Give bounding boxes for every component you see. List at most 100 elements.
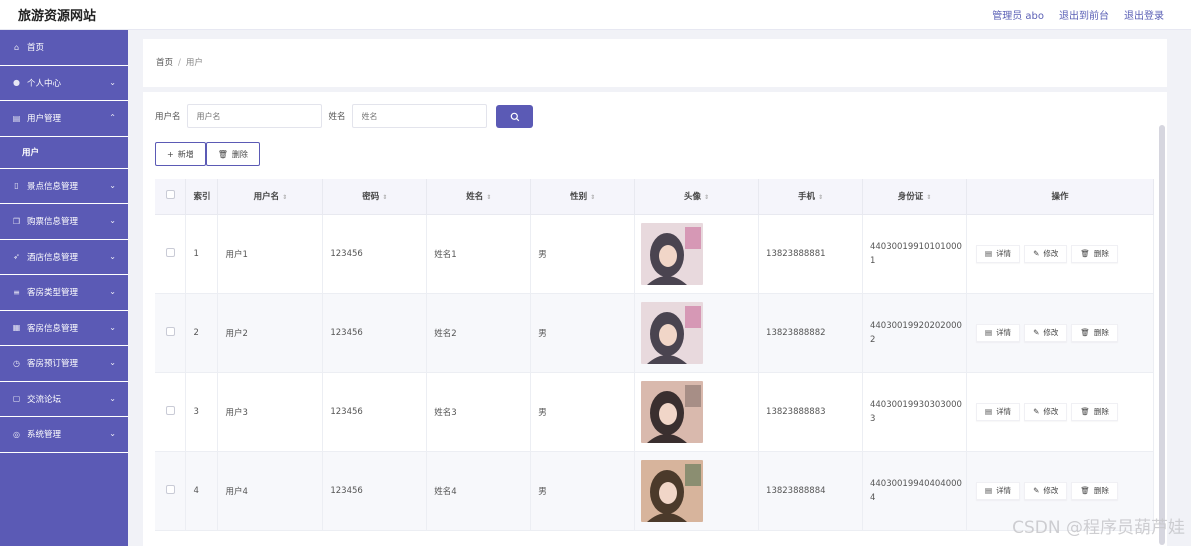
avatar-cell [634, 451, 760, 531]
column-header[interactable]: 姓名 ⇕ [426, 179, 532, 215]
delete-button-label: 删除 [231, 149, 248, 159]
row-delete-button[interactable]: 🗑 删除 [1071, 323, 1118, 342]
sidebar-item-label: 客房信息管理 [27, 323, 79, 334]
sort-icon[interactable]: ⇕ [282, 194, 287, 201]
column-header[interactable]: 密码 ⇕ [322, 179, 428, 215]
delete-button[interactable]: 🗑 删除 [205, 142, 260, 166]
idcard-line: 44030019940404000 [869, 478, 962, 489]
chevron-down-icon: ⌄ [109, 322, 116, 332]
row-checkbox[interactable] [165, 405, 175, 415]
idcard-line: 2 [869, 334, 876, 345]
idcard-line: 4 [869, 492, 876, 503]
edit-button[interactable]: ✎ 修改 [1024, 244, 1068, 263]
column-header[interactable]: 性别 ⇕ [530, 179, 636, 215]
column-header-label: 姓名 [466, 192, 484, 203]
idcard-cell: 44030019940404000 4 [862, 451, 967, 531]
name-cell: 姓名3 [426, 372, 532, 452]
sort-icon[interactable]: ⇕ [926, 194, 931, 201]
operations-cell: ▤ 详情 ✎ 修改 🗑 删除 [966, 372, 1155, 452]
row-delete-button[interactable]: 🗑 删除 [1071, 402, 1118, 421]
sort-icon[interactable]: ⇕ [704, 194, 709, 201]
username-cell: 用户1 [217, 214, 324, 294]
detail-icon: ▤ [984, 407, 993, 416]
sidebar-item-room-type[interactable]: ≡ 客房类型管理 ⌄ [0, 275, 128, 311]
logout-link[interactable]: 退出登录 [1124, 7, 1164, 22]
select-all-checkbox[interactable] [165, 190, 175, 200]
sidebar-item-booking[interactable]: ◷ 客房预订管理 ⌄ [0, 346, 128, 382]
sidebar-item-user-management[interactable]: ▤ 用户管理 ⌃ [0, 101, 128, 137]
avatar-cell [634, 214, 760, 294]
chat-icon: ▢ [12, 394, 21, 404]
detail-button[interactable]: ▤ 详情 [975, 244, 1021, 263]
sidebar-item-hotel[interactable]: ➶ 酒店信息管理 ⌄ [0, 240, 128, 275]
trash-icon: 🗑 [1080, 249, 1090, 258]
sidebar-item-scenic[interactable]: ▯ 景点信息管理 ⌄ [0, 169, 128, 204]
doc-icon: ▦ [12, 323, 21, 333]
name-search-input[interactable] [351, 104, 487, 128]
column-header-label: 索引 [193, 192, 211, 203]
breadcrumb-separator: / [178, 58, 181, 68]
row-delete-button[interactable]: 🗑 删除 [1071, 481, 1118, 500]
idcard-line: 44030019920202000 [869, 320, 962, 331]
sort-icon[interactable]: ⇕ [818, 194, 823, 201]
add-button[interactable]: + 新增 [155, 142, 206, 166]
sort-icon[interactable]: ⇕ [382, 194, 387, 201]
row-delete-button[interactable]: 🗑 删除 [1071, 244, 1118, 263]
username-cell: 用户3 [217, 372, 324, 452]
edit-button[interactable]: ✎ 修改 [1024, 402, 1068, 421]
column-header-label: 操作 [1051, 192, 1069, 203]
edit-icon: ✎ [1033, 407, 1040, 416]
edit-icon: ✎ [1033, 328, 1040, 337]
sort-icon[interactable]: ⇕ [590, 194, 595, 201]
column-header[interactable]: 身份证 ⇕ [862, 179, 967, 215]
vertical-scrollbar[interactable] [1159, 125, 1165, 545]
edit-button[interactable]: ✎ 修改 [1024, 323, 1068, 342]
column-header[interactable]: 手机 ⇕ [758, 179, 863, 215]
row-checkbox[interactable] [165, 326, 175, 336]
gender-cell: 男 [530, 451, 636, 531]
idcard-line: 3 [869, 413, 876, 424]
trash-icon: 🗑 [217, 149, 228, 159]
edit-button[interactable]: ✎ 修改 [1024, 481, 1068, 500]
detail-button[interactable]: ▤ 详情 [975, 402, 1021, 421]
exit-to-front-link[interactable]: 退出到前台 [1059, 7, 1109, 22]
user-icon: ● [13, 78, 20, 88]
sidebar-item-tickets[interactable]: ❐ 购票信息管理 ⌄ [0, 204, 128, 240]
sort-icon[interactable]: ⇕ [486, 194, 491, 201]
sidebar-item-forum[interactable]: ▢ 交流论坛 ⌄ [0, 382, 128, 417]
sidebar-item-system[interactable]: ◎ 系统管理 ⌄ [0, 417, 128, 453]
index-cell: 1 [185, 214, 219, 294]
table-row: 3 用户3 123456 姓名3 男 13823888883 440300199303030… [155, 372, 1155, 452]
detail-button-label: 详情 [996, 486, 1012, 495]
top-header: 旅游资源网站 管理员 abo 退出到前台 退出登录 [0, 0, 1191, 30]
trash-icon: 🗑 [1080, 328, 1090, 337]
table-row: 1 用户1 123456 姓名1 男 13823888881 440300199101010… [155, 214, 1155, 294]
chevron-down-icon: ⌄ [109, 287, 116, 296]
detail-button[interactable]: ▤ 详情 [975, 323, 1021, 342]
users-icon: ▤ [12, 113, 21, 123]
avatar-cell [634, 372, 760, 452]
edit-icon: ✎ [1033, 249, 1040, 258]
row-checkbox[interactable] [165, 247, 175, 257]
avatar [641, 222, 704, 285]
chevron-down-icon: ⌄ [109, 180, 116, 190]
column-header[interactable]: 用户名 ⇕ [217, 179, 324, 215]
search-button[interactable] [496, 105, 533, 128]
detail-button[interactable]: ▤ 详情 [975, 481, 1021, 500]
table-row: 2 用户2 123456 姓名2 男 13823888882 440300199202020… [155, 293, 1155, 373]
sidebar-subitem-users[interactable]: 用户 [0, 136, 128, 169]
sidebar-item-room-info[interactable]: ▦ 客房信息管理 ⌄ [0, 311, 128, 346]
gender-cell: 男 [530, 293, 636, 373]
column-header[interactable]: 头像 ⇕ [634, 179, 760, 215]
sidebar-item-home[interactable]: ⌂ 首页 [0, 30, 128, 66]
breadcrumb-home[interactable]: 首页 [156, 58, 173, 68]
clock-icon: ◷ [13, 358, 20, 368]
sidebar-item-profile[interactable]: ● 个人中心 ⌄ [0, 66, 128, 101]
row-checkbox[interactable] [165, 484, 175, 494]
edit-button-label: 修改 [1043, 249, 1059, 258]
username-search-input[interactable] [186, 104, 322, 128]
phone-cell: 13823888884 [758, 451, 863, 531]
chevron-up-icon: ⌃ [109, 113, 116, 122]
chevron-down-icon: ⌄ [109, 358, 116, 367]
users-table: 索引 用户名 ⇕ 密码 ⇕ 姓名 ⇕ 性别 ⇕ 头像 ⇕ 手机 ⇕ 身份证 ⇕ 操作 1 用户1… [155, 179, 1155, 531]
